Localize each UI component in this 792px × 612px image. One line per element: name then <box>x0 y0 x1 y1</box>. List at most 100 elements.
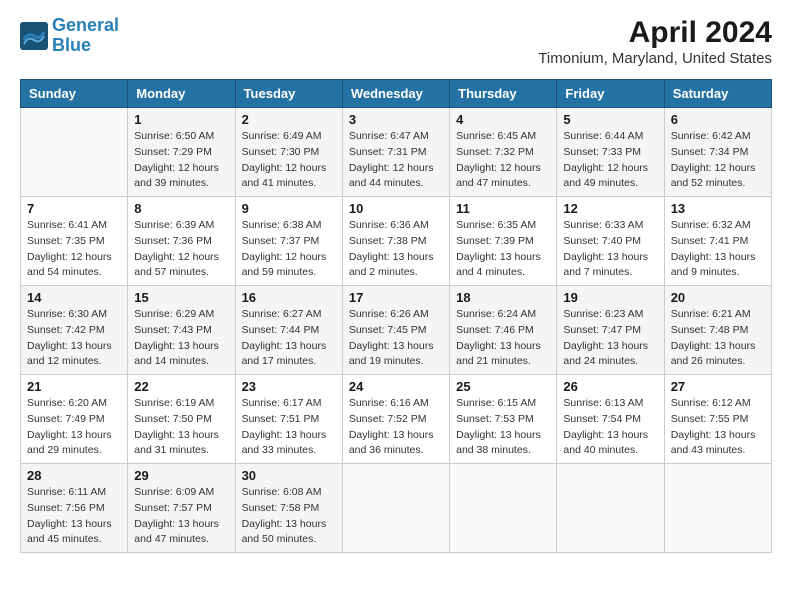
day-info: Sunrise: 6:23 AM Sunset: 7:47 PM Dayligh… <box>563 307 657 370</box>
day-number: 3 <box>349 112 443 127</box>
header-row: Sunday Monday Tuesday Wednesday Thursday… <box>21 80 772 108</box>
day-cell: 9Sunrise: 6:38 AM Sunset: 7:37 PM Daylig… <box>235 197 342 286</box>
day-cell: 24 Sunrise: 6:16 AM Sunset: 7:52 PM Dayli… <box>342 375 449 464</box>
day-number: 17 <box>349 290 443 305</box>
calendar-subtitle: Timonium, Maryland, United States <box>538 50 772 67</box>
day-number: 12 <box>563 201 657 216</box>
week-row-0: 1Sunrise: 6:50 AM Sunset: 7:29 PM Daylig… <box>21 108 772 197</box>
day-number: 10 <box>349 201 443 216</box>
day-info: Sunrise: 6:41 AM Sunset: 7:35 PM Dayligh… <box>27 218 121 281</box>
day-number: 21 <box>27 379 121 394</box>
day-cell: 10 Sunrise: 6:36 AM Sunset: 7:38 PM Dayli… <box>342 197 449 286</box>
day-number: 2 <box>242 112 336 127</box>
week-row-3: 21 Sunrise: 6:20 AM Sunset: 7:49 PM Dayli… <box>21 375 772 464</box>
day-info: Sunrise: 6:15 AM Sunset: 7:53 PM Dayligh… <box>456 396 550 459</box>
day-number: 16 <box>242 290 336 305</box>
day-info: Sunrise: 6:39 AM Sunset: 7:36 PM Dayligh… <box>134 218 228 281</box>
day-info: Sunrise: 6:35 AM Sunset: 7:39 PM Dayligh… <box>456 218 550 281</box>
day-number: 14 <box>27 290 121 305</box>
day-number: 18 <box>456 290 550 305</box>
day-info: Sunrise: 6:21 AM Sunset: 7:48 PM Dayligh… <box>671 307 765 370</box>
col-tuesday: Tuesday <box>235 80 342 108</box>
day-info: Sunrise: 6:45 AM Sunset: 7:32 PM Dayligh… <box>456 129 550 192</box>
day-cell: 22Sunrise: 6:19 AM Sunset: 7:50 PM Dayli… <box>128 375 235 464</box>
week-row-1: 7 Sunrise: 6:41 AM Sunset: 7:35 PM Daylig… <box>21 197 772 286</box>
col-friday: Friday <box>557 80 664 108</box>
day-cell: 7 Sunrise: 6:41 AM Sunset: 7:35 PM Daylig… <box>21 197 128 286</box>
calendar-table: Sunday Monday Tuesday Wednesday Thursday… <box>20 79 772 553</box>
day-cell: 16 Sunrise: 6:27 AM Sunset: 7:44 PM Dayli… <box>235 286 342 375</box>
day-number: 15 <box>134 290 228 305</box>
day-number: 24 <box>349 379 443 394</box>
day-number: 4 <box>456 112 550 127</box>
day-number: 9 <box>242 201 336 216</box>
day-cell: 15Sunrise: 6:29 AM Sunset: 7:43 PM Dayli… <box>128 286 235 375</box>
day-info: Sunrise: 6:49 AM Sunset: 7:30 PM Dayligh… <box>242 129 336 192</box>
day-cell: 12 Sunrise: 6:33 AM Sunset: 7:40 PM Dayli… <box>557 197 664 286</box>
day-cell: 8 Sunrise: 6:39 AM Sunset: 7:36 PM Daylig… <box>128 197 235 286</box>
day-info: Sunrise: 6:50 AM Sunset: 7:29 PM Dayligh… <box>134 129 228 192</box>
day-info: Sunrise: 6:13 AM Sunset: 7:54 PM Dayligh… <box>563 396 657 459</box>
day-number: 19 <box>563 290 657 305</box>
week-row-4: 28Sunrise: 6:11 AM Sunset: 7:56 PM Dayli… <box>21 464 772 553</box>
day-number: 27 <box>671 379 765 394</box>
day-info: Sunrise: 6:44 AM Sunset: 7:33 PM Dayligh… <box>563 129 657 192</box>
col-sunday: Sunday <box>21 80 128 108</box>
day-cell: 29 Sunrise: 6:09 AM Sunset: 7:57 PM Dayli… <box>128 464 235 553</box>
title-block: April 2024 Timonium, Maryland, United St… <box>538 16 772 67</box>
day-cell: 25 Sunrise: 6:15 AM Sunset: 7:53 PM Dayli… <box>450 375 557 464</box>
day-number: 26 <box>563 379 657 394</box>
logo-text: General Blue <box>52 16 119 56</box>
day-cell: 26 Sunrise: 6:13 AM Sunset: 7:54 PM Dayli… <box>557 375 664 464</box>
logo-blue: Blue <box>52 35 91 55</box>
day-cell: 6 Sunrise: 6:42 AM Sunset: 7:34 PM Daylig… <box>664 108 771 197</box>
day-info: Sunrise: 6:27 AM Sunset: 7:44 PM Dayligh… <box>242 307 336 370</box>
day-cell: 23 Sunrise: 6:17 AM Sunset: 7:51 PM Dayli… <box>235 375 342 464</box>
day-number: 7 <box>27 201 121 216</box>
day-number: 6 <box>671 112 765 127</box>
day-info: Sunrise: 6:17 AM Sunset: 7:51 PM Dayligh… <box>242 396 336 459</box>
day-cell <box>557 464 664 553</box>
day-cell: 21 Sunrise: 6:20 AM Sunset: 7:49 PM Dayli… <box>21 375 128 464</box>
week-row-2: 14 Sunrise: 6:30 AM Sunset: 7:42 PM Dayli… <box>21 286 772 375</box>
day-cell: 11Sunrise: 6:35 AM Sunset: 7:39 PM Dayli… <box>450 197 557 286</box>
logo-general: General <box>52 15 119 35</box>
header: General Blue April 2024 Timonium, Maryla… <box>20 16 772 67</box>
day-number: 13 <box>671 201 765 216</box>
day-number: 8 <box>134 201 228 216</box>
day-info: Sunrise: 6:42 AM Sunset: 7:34 PM Dayligh… <box>671 129 765 192</box>
day-cell: 19 Sunrise: 6:23 AM Sunset: 7:47 PM Dayli… <box>557 286 664 375</box>
day-number: 20 <box>671 290 765 305</box>
day-info: Sunrise: 6:36 AM Sunset: 7:38 PM Dayligh… <box>349 218 443 281</box>
day-cell: 3 Sunrise: 6:47 AM Sunset: 7:31 PM Daylig… <box>342 108 449 197</box>
day-number: 30 <box>242 468 336 483</box>
day-info: Sunrise: 6:08 AM Sunset: 7:58 PM Dayligh… <box>242 485 336 548</box>
day-number: 5 <box>563 112 657 127</box>
day-info: Sunrise: 6:24 AM Sunset: 7:46 PM Dayligh… <box>456 307 550 370</box>
col-monday: Monday <box>128 80 235 108</box>
day-cell: 1Sunrise: 6:50 AM Sunset: 7:29 PM Daylig… <box>128 108 235 197</box>
day-info: Sunrise: 6:33 AM Sunset: 7:40 PM Dayligh… <box>563 218 657 281</box>
page: General Blue April 2024 Timonium, Maryla… <box>0 0 792 569</box>
day-info: Sunrise: 6:47 AM Sunset: 7:31 PM Dayligh… <box>349 129 443 192</box>
day-cell <box>342 464 449 553</box>
day-info: Sunrise: 6:19 AM Sunset: 7:50 PM Dayligh… <box>134 396 228 459</box>
day-cell: 14 Sunrise: 6:30 AM Sunset: 7:42 PM Dayli… <box>21 286 128 375</box>
day-cell: 4 Sunrise: 6:45 AM Sunset: 7:32 PM Daylig… <box>450 108 557 197</box>
day-cell: 30 Sunrise: 6:08 AM Sunset: 7:58 PM Dayli… <box>235 464 342 553</box>
col-wednesday: Wednesday <box>342 80 449 108</box>
day-number: 29 <box>134 468 228 483</box>
day-info: Sunrise: 6:16 AM Sunset: 7:52 PM Dayligh… <box>349 396 443 459</box>
day-cell: 2 Sunrise: 6:49 AM Sunset: 7:30 PM Daylig… <box>235 108 342 197</box>
day-cell <box>21 108 128 197</box>
day-info: Sunrise: 6:32 AM Sunset: 7:41 PM Dayligh… <box>671 218 765 281</box>
day-info: Sunrise: 6:09 AM Sunset: 7:57 PM Dayligh… <box>134 485 228 548</box>
col-thursday: Thursday <box>450 80 557 108</box>
logo-icon <box>20 22 48 50</box>
day-info: Sunrise: 6:20 AM Sunset: 7:49 PM Dayligh… <box>27 396 121 459</box>
day-cell <box>450 464 557 553</box>
day-number: 25 <box>456 379 550 394</box>
day-number: 23 <box>242 379 336 394</box>
day-info: Sunrise: 6:30 AM Sunset: 7:42 PM Dayligh… <box>27 307 121 370</box>
day-cell: 28Sunrise: 6:11 AM Sunset: 7:56 PM Dayli… <box>21 464 128 553</box>
